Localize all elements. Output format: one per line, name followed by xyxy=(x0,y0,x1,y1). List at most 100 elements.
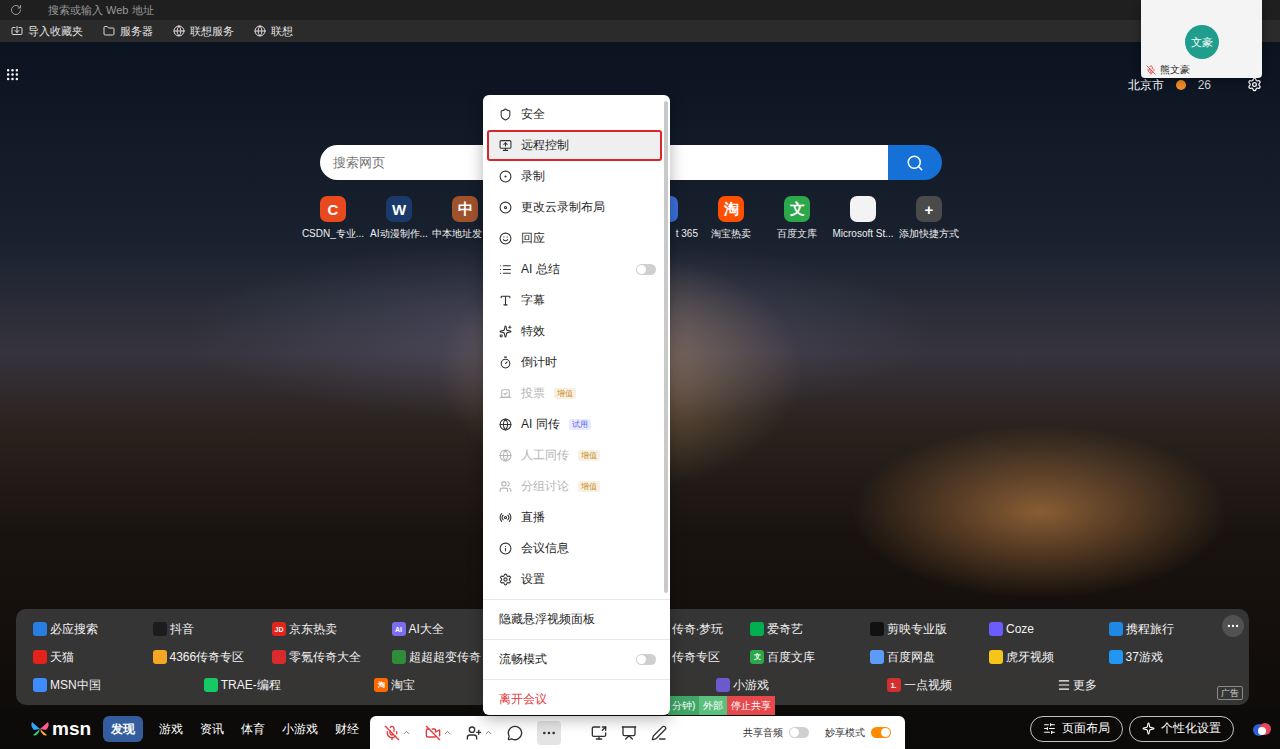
msn-logo[interactable]: msn xyxy=(30,718,91,740)
caret-icon[interactable] xyxy=(484,728,493,737)
shortcut-icon: 淘 xyxy=(718,196,744,222)
switch-toggle[interactable] xyxy=(871,727,891,738)
shortcut-tile[interactable]: Microsoft St... xyxy=(830,196,896,240)
nav-tab[interactable]: 发现 xyxy=(103,716,143,742)
menu-item[interactable]: AI 同传试用 xyxy=(487,409,662,440)
annotate-button[interactable] xyxy=(651,725,667,741)
shortcut-tile[interactable]: +添加快捷方式 xyxy=(896,196,962,240)
nav-button[interactable]: 页面布局 xyxy=(1030,716,1123,742)
link-item[interactable]: Coze xyxy=(982,615,1102,643)
menu-item[interactable]: 直播 xyxy=(487,502,662,533)
link-item[interactable]: 爱奇艺 xyxy=(743,615,863,643)
menu-item[interactable]: 人工同传增值 xyxy=(487,440,662,471)
menu-toggle[interactable] xyxy=(636,264,656,275)
bookmark[interactable]: 服务器 xyxy=(103,24,153,39)
shortcut-group: t 365淘淘宝热卖文百度文库Microsoft St...+添加快捷方式 xyxy=(632,196,962,240)
nav-button[interactable]: 个性化设置 xyxy=(1129,716,1234,742)
caret-icon[interactable] xyxy=(402,728,411,737)
link-label: 传奇专区 xyxy=(672,649,720,666)
caret-icon[interactable] xyxy=(443,728,452,737)
menu-badge: 试用 xyxy=(569,419,591,430)
nav-tabs: 发现游戏资讯体育小游戏财经 xyxy=(103,716,367,742)
menu-scrollbar[interactable] xyxy=(664,101,668,593)
bookmark[interactable]: 导入收藏夹 xyxy=(11,24,83,39)
link-item[interactable]: 零氪传奇大全 xyxy=(265,643,385,671)
bookmark[interactable]: 联想服务 xyxy=(173,24,234,39)
menu-item[interactable]: 离开会议 xyxy=(487,684,662,715)
menu-item[interactable]: 流畅模式 xyxy=(487,644,662,675)
chat-icon xyxy=(507,725,523,741)
link-item[interactable]: 天猫 xyxy=(26,643,146,671)
link-item[interactable]: MSN中国 xyxy=(26,671,197,699)
camera-button[interactable] xyxy=(425,725,452,741)
sparkles-icon xyxy=(499,325,512,338)
menu-item[interactable]: 投票增值 xyxy=(487,378,662,409)
menu-item[interactable]: 字幕 xyxy=(487,285,662,316)
reload-icon[interactable] xyxy=(10,4,22,16)
link-item[interactable]: 更多 xyxy=(1050,671,1221,699)
more-button[interactable] xyxy=(537,721,561,745)
shortcut-tile[interactable]: WAI动漫制作... xyxy=(366,196,432,240)
address-bar[interactable]: 搜索或输入 Web 地址 xyxy=(48,3,154,18)
shortcut-tile[interactable]: 文百度文库 xyxy=(764,196,830,240)
menu-section: 离开会议 xyxy=(483,684,670,715)
menu-item[interactable]: 分组讨论增值 xyxy=(487,471,662,502)
menu-item[interactable]: 设置 xyxy=(487,564,662,595)
link-item[interactable]: 小游戏 xyxy=(709,671,880,699)
nav-tab[interactable]: 体育 xyxy=(233,716,273,742)
mic-button[interactable] xyxy=(384,725,411,741)
shortcut-tile[interactable]: CCSDN_专业... xyxy=(300,196,366,240)
menu-item[interactable]: 安全 xyxy=(487,99,662,130)
menu-item[interactable]: 会议信息 xyxy=(487,533,662,564)
menu-toggle[interactable] xyxy=(636,654,656,665)
link-label: 剪映专业版 xyxy=(887,621,947,638)
link-icon xyxy=(1109,650,1123,664)
menu-item[interactable]: 倒计时 xyxy=(487,347,662,378)
nav-tab[interactable]: 资讯 xyxy=(192,716,232,742)
switch-toggle[interactable] xyxy=(789,727,809,738)
menu-item-label: 安全 xyxy=(521,106,545,123)
floating-video-panel[interactable]: 文豪熊文豪 xyxy=(1141,0,1262,78)
link-item[interactable]: 必应搜索 xyxy=(26,615,146,643)
bookmark[interactable]: 联想 xyxy=(254,24,293,39)
link-item[interactable]: 抖音 xyxy=(146,615,266,643)
nav-tab[interactable]: 小游戏 xyxy=(274,716,326,742)
nav-tab[interactable]: 财经 xyxy=(327,716,367,742)
panel-more-button[interactable] xyxy=(1222,615,1244,637)
link-icon xyxy=(33,678,47,692)
menu-badge: 增值 xyxy=(578,481,600,492)
menu-item-label: 分组讨论 xyxy=(521,478,569,495)
settings-gear-icon[interactable] xyxy=(1247,77,1262,92)
stop-share-button[interactable]: 停止共享 xyxy=(727,696,775,715)
shortcut-tile[interactable]: 淘淘宝热卖 xyxy=(698,196,764,240)
menu-item[interactable]: AI 总结 xyxy=(487,254,662,285)
weather[interactable]: 北京市26 xyxy=(1128,77,1262,92)
participants-button[interactable] xyxy=(466,725,493,741)
assistant-button[interactable] xyxy=(1252,719,1272,739)
link-item[interactable]: 1.一点视频 xyxy=(880,671,1051,699)
menu-item[interactable]: 隐藏悬浮视频面板 xyxy=(487,604,662,635)
menu-item[interactable]: 特效 xyxy=(487,316,662,347)
search-button[interactable] xyxy=(888,145,942,180)
present-button[interactable] xyxy=(621,725,637,741)
link-item[interactable]: 虎牙视频 xyxy=(982,643,1102,671)
link-item[interactable]: 文百度文库 xyxy=(743,643,863,671)
share-screen-button[interactable] xyxy=(591,725,607,741)
menu-item[interactable]: 录制 xyxy=(487,161,662,192)
link-item[interactable]: 百度网盘 xyxy=(863,643,983,671)
link-item[interactable]: 携程旅行 xyxy=(1102,615,1222,643)
shortcut-label: 百度文库 xyxy=(764,228,830,240)
menu-item[interactable]: 回应 xyxy=(487,223,662,254)
nav-tab[interactable]: 游戏 xyxy=(151,716,191,742)
menu-section: 流畅模式 xyxy=(483,644,670,675)
menu-item[interactable]: 更改云录制布局 xyxy=(487,192,662,223)
link-item[interactable]: 37游戏 xyxy=(1102,643,1222,671)
apps-button[interactable] xyxy=(4,66,20,82)
shortcut-icon: C xyxy=(320,196,346,222)
link-item[interactable]: 剪映专业版 xyxy=(863,615,983,643)
link-item[interactable]: JD京东热卖 xyxy=(265,615,385,643)
link-item[interactable]: TRAE-编程 xyxy=(197,671,368,699)
chat-button[interactable] xyxy=(507,725,523,741)
link-item[interactable]: 4366传奇专区 xyxy=(146,643,266,671)
menu-item[interactable]: 远程控制 xyxy=(487,130,662,161)
